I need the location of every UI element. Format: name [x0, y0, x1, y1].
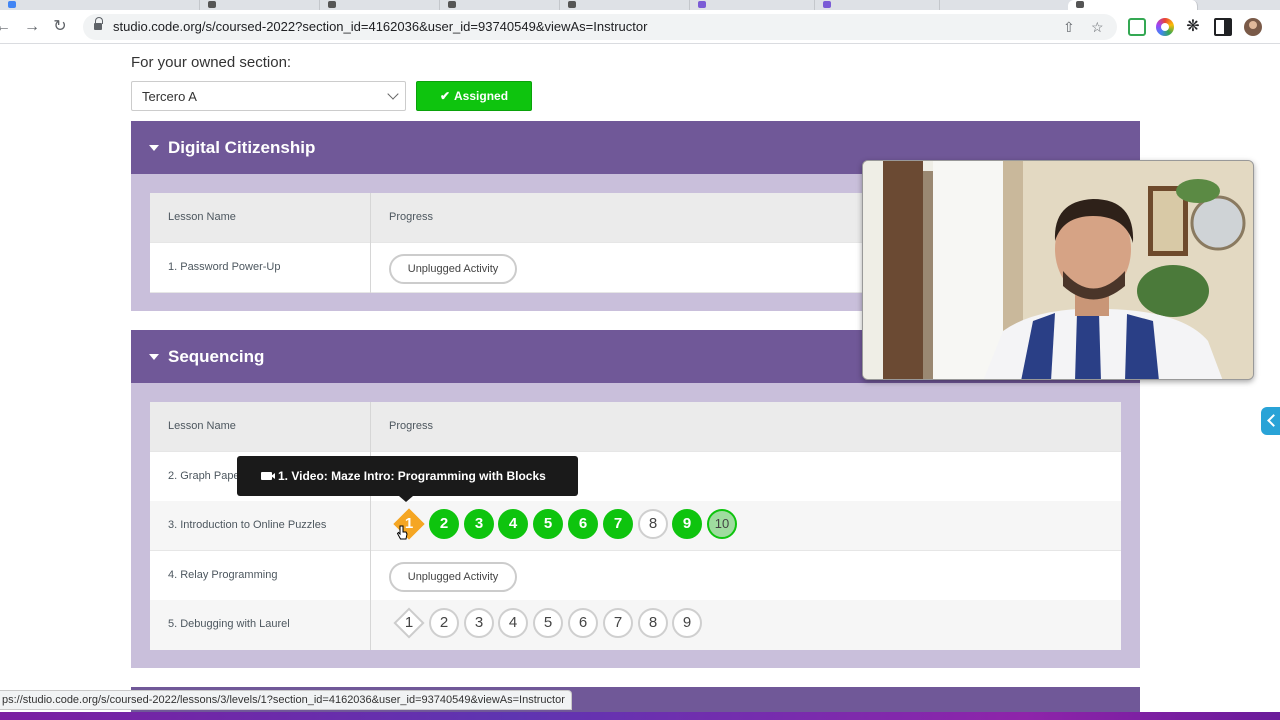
extension-color-icon[interactable]	[1156, 18, 1174, 36]
browser-tab[interactable]	[560, 0, 690, 10]
bookmark-star-icon[interactable]: ☆	[1091, 19, 1104, 36]
level-bubble[interactable]: 8	[638, 509, 668, 539]
caret-down-icon	[149, 145, 159, 151]
assigned-button-label: Assigned	[454, 89, 509, 103]
level-bubble[interactable]: 6	[568, 608, 598, 638]
browser-tab[interactable]	[690, 0, 815, 10]
level-bubble[interactable]: 8	[638, 608, 668, 638]
browser-tab[interactable]	[815, 0, 940, 10]
level-bubble-diamond[interactable]: 1	[393, 607, 425, 639]
address-bar[interactable]: studio.code.org/s/coursed-2022?section_i…	[83, 14, 1117, 40]
column-divider	[370, 193, 371, 293]
column-header-lesson-name: Lesson Name	[168, 420, 236, 432]
level-bubble[interactable]: 7	[603, 608, 633, 638]
chevron-down-icon	[387, 88, 399, 100]
browser-tab-active[interactable]	[1068, 0, 1198, 10]
lock-icon	[94, 17, 103, 30]
lesson-name[interactable]: 3. Introduction to Online Puzzles	[168, 519, 326, 531]
lesson-name[interactable]: 4. Relay Programming	[168, 569, 277, 581]
reload-icon[interactable]: ↻	[49, 16, 71, 38]
browser-tab[interactable]	[440, 0, 560, 10]
lesson-name[interactable]: 5. Debugging with Laurel	[168, 618, 290, 630]
unit-sequencing: Sequencing Lesson Name Progress 2. Graph…	[131, 330, 1140, 668]
lesson-name[interactable]: 1. Password Power-Up	[168, 261, 281, 273]
side-panel-icon[interactable]	[1214, 18, 1232, 36]
tooltip-text: 1. Video: Maze Intro: Programming with B…	[278, 469, 546, 483]
level-bubble[interactable]: 2	[429, 608, 459, 638]
level-bubble[interactable]: 4	[498, 509, 528, 539]
section-picker-label: For your owned section:	[131, 54, 292, 71]
webcam-overlay	[862, 160, 1254, 380]
table-row: 3. Introduction to Online Puzzles 123456…	[150, 501, 1121, 551]
unit-title: Digital Citizenship	[168, 138, 316, 157]
lesson-name[interactable]: 2. Graph Paper	[168, 470, 243, 482]
profile-avatar-icon[interactable]	[1244, 18, 1262, 36]
section-select-value: Tercero A	[142, 89, 197, 104]
level-bubble[interactable]: 10	[707, 509, 737, 539]
column-header-lesson-name: Lesson Name	[168, 211, 236, 223]
level-bubble[interactable]: 9	[672, 509, 702, 539]
level-bubble[interactable]: 5	[533, 608, 563, 638]
webcam-video	[863, 161, 1253, 379]
table-row: 5. Debugging with Laurel 123456789	[150, 600, 1121, 650]
bubble-label: 1	[404, 614, 414, 631]
browser-tabstrip	[0, 0, 1280, 10]
unplugged-activity-pill[interactable]: Unplugged Activity	[389, 254, 517, 284]
table-header-row: Lesson Name Progress	[150, 402, 1121, 452]
check-icon: ✔	[439, 89, 451, 103]
video-camera-icon	[261, 472, 275, 480]
column-divider	[370, 402, 371, 650]
lesson-table: Lesson Name Progress 2. Graph Paper 3. I…	[150, 402, 1121, 650]
caret-down-icon	[149, 354, 159, 360]
level-bubble[interactable]: 2	[429, 509, 459, 539]
level-bubble[interactable]: 7	[603, 509, 633, 539]
column-header-progress: Progress	[389, 211, 434, 223]
desktop-dock-edge	[0, 712, 1280, 720]
level-bubble[interactable]: 4	[498, 608, 528, 638]
unplugged-activity-pill[interactable]: Unplugged Activity	[389, 562, 517, 592]
back-arrow-icon[interactable]: ←	[0, 16, 14, 38]
level-tooltip: 1. Video: Maze Intro: Programming with B…	[237, 456, 578, 502]
assigned-button[interactable]: ✔ Assigned	[416, 81, 532, 111]
level-bubble[interactable]: 3	[464, 608, 494, 638]
level-bubble[interactable]: 3	[464, 509, 494, 539]
browser-toolbar: ← → ↻ studio.code.org/s/coursed-2022?sec…	[0, 10, 1280, 44]
table-row: 4. Relay Programming Unplugged Activity	[150, 551, 1121, 601]
browser-tab[interactable]	[200, 0, 320, 10]
extensions-puzzle-icon[interactable]: ❋	[1184, 18, 1202, 36]
unit-title: Sequencing	[168, 347, 265, 366]
forward-arrow-icon[interactable]: →	[21, 16, 43, 38]
side-collapse-tab[interactable]	[1261, 407, 1280, 435]
address-url[interactable]: studio.code.org/s/coursed-2022?section_i…	[113, 19, 647, 34]
link-status-bar: ps://studio.code.org/s/coursed-2022/less…	[0, 690, 572, 710]
extension-green-icon[interactable]	[1128, 18, 1146, 36]
browser-tab[interactable]	[320, 0, 440, 10]
level-bubble[interactable]: 5	[533, 509, 563, 539]
share-icon[interactable]: ⇧	[1063, 19, 1075, 36]
hand-cursor-icon	[396, 525, 408, 540]
level-bubble[interactable]: 6	[568, 509, 598, 539]
section-select[interactable]: Tercero A	[131, 81, 406, 111]
column-header-progress: Progress	[389, 420, 434, 432]
level-bubble[interactable]: 9	[672, 608, 702, 638]
browser-tab[interactable]	[0, 0, 200, 10]
